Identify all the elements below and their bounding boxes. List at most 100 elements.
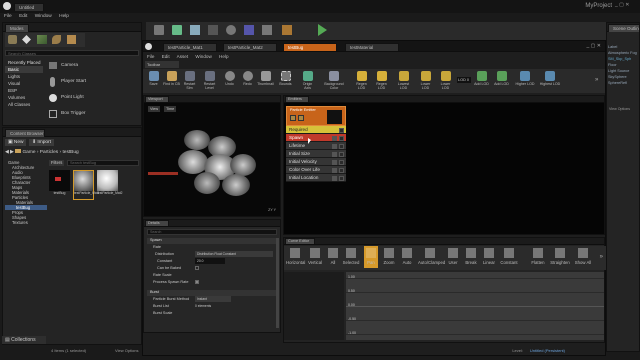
menu-edit[interactable]: Edit: [162, 54, 170, 59]
modes-search-input[interactable]: Search Classes: [5, 50, 139, 56]
curve-swatch[interactable]: [332, 167, 337, 173]
settings-icon[interactable]: [226, 25, 236, 35]
menu-edit[interactable]: Edit: [19, 14, 27, 19]
outliner-tab[interactable]: Scene Outliner: [608, 24, 640, 32]
cb-view-options[interactable]: View Options: [115, 348, 139, 353]
add-lod-button-2[interactable]: Add LOD: [493, 69, 510, 91]
can-be-baked-checkbox[interactable]: [195, 266, 199, 270]
tool-auto-clamped[interactable]: Auto/Clamped: [418, 246, 445, 265]
time-button[interactable]: Time: [164, 106, 177, 112]
lowest-lod-button[interactable]: Lowest LOD: [395, 69, 412, 91]
blueprints-icon[interactable]: [244, 25, 254, 35]
foliage-mode-icon[interactable]: [52, 35, 61, 44]
source-control-icon[interactable]: [172, 25, 182, 35]
curve-graph[interactable]: 1.00 0.50 0.00 -0.50 -1.00: [346, 272, 604, 340]
place-mode-icon[interactable]: [8, 35, 17, 44]
undo-button[interactable]: Undo: [221, 69, 238, 91]
module-required[interactable]: Required: [286, 126, 346, 134]
asset-tile[interactable]: testParticle_Mat1: [73, 170, 99, 200]
module-initial-velocity[interactable]: Initial Velocity: [286, 158, 346, 166]
restart-sim-button[interactable]: Restart Sim: [181, 69, 198, 91]
module-checkbox[interactable]: [339, 143, 344, 149]
import-button[interactable]: ⬇ Import: [29, 139, 54, 146]
module-initial-location[interactable]: Initial Location: [286, 174, 346, 182]
menu-help[interactable]: Help: [59, 14, 69, 19]
emitter-mode-icon[interactable]: [298, 115, 304, 121]
module-checkbox[interactable]: [339, 159, 344, 165]
origin-axis-button[interactable]: Origin Axis: [299, 69, 316, 91]
tree-item[interactable]: Textures: [5, 220, 47, 225]
tool-constant[interactable]: Constant: [500, 246, 518, 265]
constant-input[interactable]: 20.0: [195, 258, 225, 264]
window-controls[interactable]: _ ▢ ✕: [615, 2, 637, 9]
tool-zoom[interactable]: Zoom: [382, 246, 396, 265]
new-button[interactable]: ▣ New: [5, 139, 27, 146]
cb-tab[interactable]: Content Browser: [5, 129, 45, 137]
modes-tab[interactable]: Modes: [5, 24, 29, 32]
curve-editor-tab[interactable]: Curve Editor: [285, 238, 315, 244]
find-in-cb-button[interactable]: Find in CB: [163, 69, 180, 91]
curve-swatch[interactable]: [332, 159, 337, 165]
tool-all[interactable]: All: [326, 246, 340, 265]
lower-lod-button[interactable]: Lower LOD: [417, 69, 434, 91]
tab-testbug[interactable]: testBug: [283, 43, 337, 51]
highest-lod-button[interactable]: Highest LOD: [539, 69, 561, 91]
category-recently-placed[interactable]: Recently Placed: [5, 59, 43, 66]
view-button[interactable]: View: [148, 106, 161, 112]
paint-mode-icon[interactable]: [22, 35, 31, 44]
category-visual[interactable]: Visual: [5, 80, 43, 87]
module-checkbox[interactable]: [339, 175, 344, 181]
curve-swatch[interactable]: [332, 143, 337, 149]
crumb-game[interactable]: Game: [22, 150, 35, 155]
asset-tile[interactable]: testParticle_Mat2: [97, 170, 122, 200]
module-spawn[interactable]: Spawn: [286, 134, 346, 142]
menu-asset[interactable]: Asset: [177, 54, 189, 59]
module-lifetime[interactable]: Lifetime: [286, 142, 346, 150]
distribution-dropdown[interactable]: Distribution Float Constant: [195, 251, 273, 257]
outliner-view-options[interactable]: View Options: [609, 107, 630, 111]
menu-file[interactable]: File: [147, 54, 154, 59]
collections-button[interactable]: ▤ Collections: [2, 336, 46, 344]
emitter-column[interactable]: Particle Emitter Required Spawn Lifetime…: [286, 106, 346, 182]
tool-break[interactable]: Break: [464, 246, 478, 265]
menu-help[interactable]: Help: [219, 54, 228, 59]
thumbnail-button[interactable]: Thumbnail: [257, 69, 274, 91]
content-icon[interactable]: [190, 25, 200, 35]
save-level-icon[interactable]: [154, 25, 164, 35]
tab-testparticle-mat2[interactable]: testParticle_Mat2: [223, 43, 277, 51]
category-basic[interactable]: Basic: [5, 66, 43, 73]
list-item[interactable]: Player Start: [47, 75, 139, 91]
crumb-testbug[interactable]: testBug: [62, 150, 78, 155]
list-item[interactable]: Box Trigger: [47, 107, 139, 123]
mode-icons[interactable]: [5, 33, 85, 47]
module-checkbox[interactable]: [339, 167, 344, 173]
window-controls[interactable]: _ ▢ ✕: [587, 43, 601, 49]
emitter-header[interactable]: Particle Emitter: [286, 106, 346, 126]
list-item[interactable]: Camera: [47, 59, 139, 75]
menu-window[interactable]: Window: [195, 54, 211, 59]
module-color-over-life[interactable]: Color Over Life: [286, 166, 346, 174]
details-tab[interactable]: Details: [145, 220, 169, 226]
crumb-particles[interactable]: Particles: [40, 150, 58, 155]
menu-file[interactable]: File: [4, 14, 12, 19]
tool-vertical[interactable]: Vertical: [306, 246, 324, 265]
back-arrow-icon[interactable]: ◀: [5, 150, 9, 155]
regen-lod-button-2[interactable]: Regen LOD: [373, 69, 390, 91]
module-checkbox[interactable]: [339, 135, 344, 141]
toolbar-tab[interactable]: Toolbar: [145, 61, 179, 68]
lower-lod-button-2[interactable]: Lower LOD: [437, 69, 454, 91]
tab-testparticle-mat1[interactable]: testParticle_Mat1: [163, 43, 217, 51]
module-checkbox[interactable]: [339, 127, 344, 133]
landscape-mode-icon[interactable]: [37, 35, 47, 44]
emitters-tab[interactable]: Emitters: [285, 96, 309, 102]
tool-show-all[interactable]: Show All: [574, 246, 592, 265]
build-icon[interactable]: [282, 25, 292, 35]
details-search-input[interactable]: Search: [147, 229, 277, 235]
process-spawn-checkbox[interactable]: [195, 280, 199, 284]
tool-pan[interactable]: Pan: [364, 246, 378, 268]
viewport-tab[interactable]: Viewport: [145, 96, 169, 102]
tool-horizontal[interactable]: Horizontal: [286, 246, 305, 265]
tool-selected[interactable]: Selected: [342, 246, 360, 265]
toolbar-more-icon[interactable]: »: [595, 77, 598, 83]
tool-user[interactable]: User: [446, 246, 460, 265]
